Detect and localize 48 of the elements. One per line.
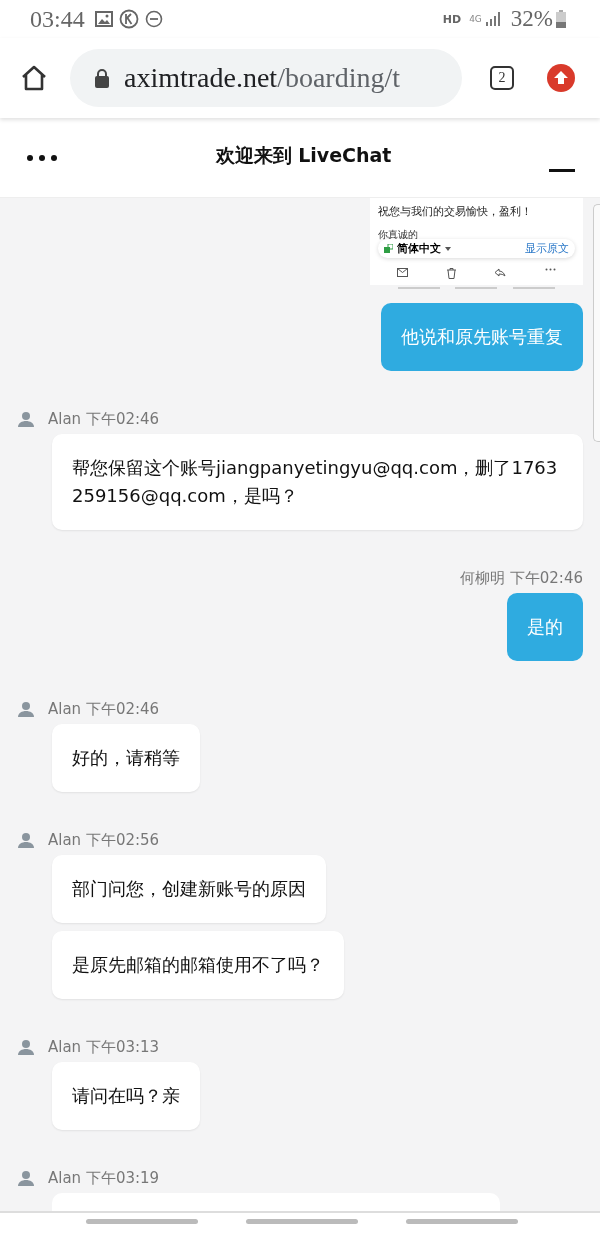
message-meta: 何柳明 下午02:46 bbox=[460, 568, 583, 588]
person-icon bbox=[18, 1170, 34, 1186]
person-icon bbox=[18, 411, 34, 427]
image-icon bbox=[94, 11, 113, 27]
mail-icon bbox=[397, 268, 409, 277]
show-original-link[interactable]: 显示原文 bbox=[525, 241, 569, 256]
k-circle-icon bbox=[118, 9, 139, 29]
trash-icon bbox=[446, 268, 456, 279]
caret-icon bbox=[445, 246, 451, 251]
home-icon[interactable] bbox=[20, 64, 48, 92]
network-label: 4G bbox=[469, 14, 482, 24]
message-bubble: 是原先邮箱的邮箱使用不了吗？ bbox=[52, 931, 344, 999]
person-icon bbox=[18, 1039, 34, 1055]
message-bubble: 请问在吗？亲 bbox=[52, 1062, 200, 1130]
scrollbar[interactable] bbox=[593, 204, 600, 442]
message-meta: Alan 下午03:13 bbox=[48, 1037, 160, 1057]
upload-icon[interactable] bbox=[547, 64, 575, 92]
message-meta: Alan 下午02:46 bbox=[48, 409, 160, 429]
message-bubble: 是的 bbox=[507, 593, 583, 661]
lock-icon bbox=[94, 68, 110, 88]
chat-title: 欢迎来到 LiveChat bbox=[214, 142, 393, 168]
language-dropdown[interactable]: 简体中文 bbox=[397, 241, 441, 256]
more-icon[interactable] bbox=[26, 153, 58, 162]
address-bar[interactable]: aximtrade.net/boarding/t bbox=[70, 49, 462, 107]
message-meta: Alan 下午02:56 bbox=[48, 830, 160, 850]
translate-icon bbox=[384, 244, 393, 253]
do-not-disturb-icon bbox=[144, 10, 163, 28]
signal-icon bbox=[484, 11, 501, 27]
message-bubble: 他说和原先账号重复 bbox=[381, 303, 583, 371]
url-path: /boarding/t bbox=[277, 62, 401, 94]
message-bubble: 帮您保留这个账号jiangpanyetingyu@qq.com，删了1763259156@qq.com，是吗？ bbox=[52, 434, 583, 530]
hd-label: HD bbox=[442, 12, 462, 26]
battery-percent: 32% bbox=[510, 6, 553, 32]
person-icon bbox=[18, 832, 34, 848]
message-bubble: 部门问您，创建新账号的原因 bbox=[52, 855, 326, 923]
url-host: aximtrade.net bbox=[124, 62, 278, 94]
battery-icon bbox=[556, 10, 566, 28]
message-meta: Alan 下午02:46 bbox=[48, 699, 160, 719]
email-screenshot[interactable]: 祝您与我们的交易愉快，盈利！ 你真诚的 简体中文 显示原文 bbox=[370, 198, 583, 285]
reply-icon bbox=[494, 268, 507, 277]
email-line: 祝您与我们的交易愉快，盈利！ bbox=[378, 204, 533, 219]
message-meta: Alan 下午03:19 bbox=[48, 1168, 160, 1188]
tab-count-button[interactable]: 2 bbox=[490, 66, 514, 90]
clock-time: 03:44 bbox=[30, 5, 85, 33]
message-bubble: 好的，请稍等 bbox=[52, 724, 200, 792]
person-icon bbox=[18, 701, 34, 717]
more-icon bbox=[544, 268, 556, 271]
email-line: 你真诚的 bbox=[378, 228, 419, 240]
